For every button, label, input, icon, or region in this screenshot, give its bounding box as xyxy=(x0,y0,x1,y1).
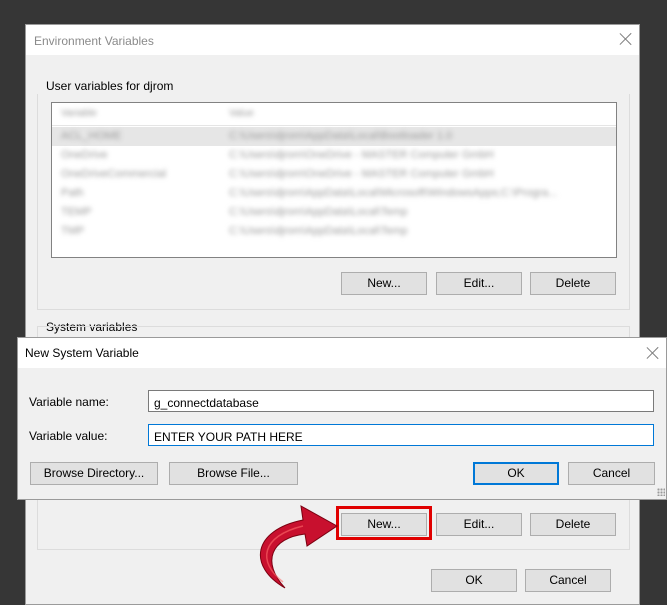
variable-name-label: Variable name: xyxy=(29,395,109,409)
curved-arrow-icon xyxy=(259,505,338,589)
table-row[interactable]: OneDrive C:\Users\djrom\OneDrive - MASTE… xyxy=(52,146,616,165)
variable-name-cell: OneDriveCommercial xyxy=(61,168,167,180)
user-new-button[interactable]: New... xyxy=(341,272,427,295)
browse-file-button[interactable]: Browse File... xyxy=(169,462,298,485)
variable-value-cell: C:\Users\djrom\OneDrive - MASTER Compute… xyxy=(229,149,494,161)
table-row[interactable]: Path C:\Users\djrom\AppData\Local\Micros… xyxy=(52,184,616,203)
column-header-value[interactable]: Value xyxy=(229,108,254,119)
variable-name-cell: TMP xyxy=(61,225,85,237)
browse-directory-button[interactable]: Browse Directory... xyxy=(30,462,158,485)
new-system-variable-dialog: New System Variable Variable name: Varia… xyxy=(17,337,667,500)
variable-value-cell: C:\Users\djrom\AppData\Local\Microsoft\W… xyxy=(229,187,558,199)
variable-value-cell: C:\Users\djrom\AppData\Local\Bootloader … xyxy=(229,130,453,142)
dialog-title: New System Variable xyxy=(25,346,139,360)
variable-name-cell: Path xyxy=(61,187,84,199)
list-header: Variable Value xyxy=(52,103,616,126)
column-header-variable[interactable]: Variable xyxy=(61,108,97,119)
user-edit-button[interactable]: Edit... xyxy=(436,272,522,295)
close-icon[interactable] xyxy=(645,345,661,361)
variable-name-cell: OneDrive xyxy=(61,149,108,161)
close-icon[interactable] xyxy=(618,31,634,47)
env-titlebar: Environment Variables xyxy=(26,25,639,55)
variable-value-field[interactable] xyxy=(148,424,654,446)
dialog-titlebar: New System Variable xyxy=(18,338,666,368)
table-row[interactable]: ACL_HOME C:\Users\djrom\AppData\Local\Bo… xyxy=(52,127,616,146)
system-delete-button[interactable]: Delete xyxy=(530,513,616,536)
system-edit-button[interactable]: Edit... xyxy=(436,513,522,536)
table-row[interactable]: OneDriveCommercial C:\Users\djrom\OneDri… xyxy=(52,165,616,184)
env-cancel-button[interactable]: Cancel xyxy=(525,569,611,592)
variable-name-cell: TEMP xyxy=(61,206,92,218)
env-window-title: Environment Variables xyxy=(34,34,154,48)
variable-value-cell: C:\Users\djrom\AppData\Local\Temp xyxy=(229,225,408,237)
variable-name-field[interactable] xyxy=(148,390,654,412)
user-variables-list[interactable]: Variable Value ACL_HOME C:\Users\djrom\A… xyxy=(51,102,617,258)
new-button-highlight xyxy=(336,506,432,540)
user-variables-label: User variables for djrom xyxy=(46,79,174,93)
table-row[interactable]: TMP C:\Users\djrom\AppData\Local\Temp xyxy=(52,222,616,241)
variable-name-cell: ACL_HOME xyxy=(61,130,122,142)
dialog-ok-button[interactable]: OK xyxy=(473,462,559,485)
variable-value-cell: C:\Users\djrom\OneDrive - MASTER Compute… xyxy=(229,168,494,180)
table-row[interactable]: TEMP C:\Users\djrom\AppData\Local\Temp xyxy=(52,203,616,222)
variable-value-label: Variable value: xyxy=(29,429,108,443)
resize-grip[interactable] xyxy=(657,488,665,496)
env-ok-button[interactable]: OK xyxy=(431,569,517,592)
user-delete-button[interactable]: Delete xyxy=(530,272,616,295)
variable-value-cell: C:\Users\djrom\AppData\Local\Temp xyxy=(229,206,408,218)
dialog-cancel-button[interactable]: Cancel xyxy=(568,462,655,485)
